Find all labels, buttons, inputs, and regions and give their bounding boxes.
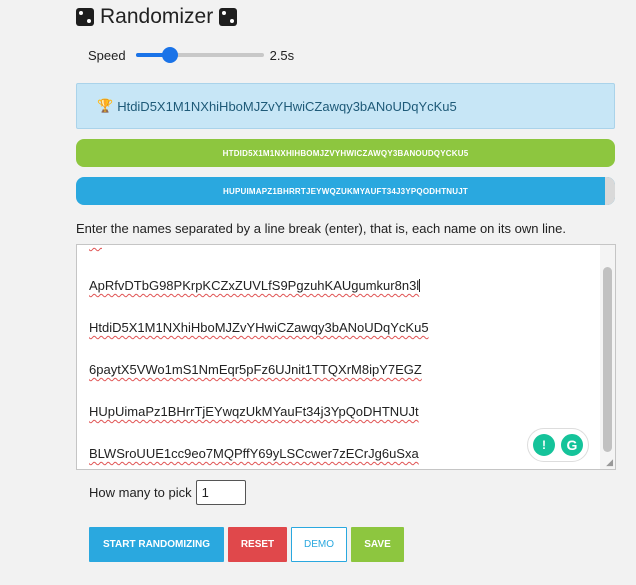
scrollbar-thumb[interactable] xyxy=(603,267,612,452)
lightbulb-icon[interactable]: ! xyxy=(533,434,555,456)
instructions-text: Enter the names separated by a line brea… xyxy=(76,221,566,236)
name-line: HUpUimaPz1BHrrTjEYwqzUkMYauFt34j3YpQoDHT… xyxy=(89,404,419,419)
name-line: HtdiD5X1M1NXhiHboMJZvYHwiCZawqy3bANoUDqY… xyxy=(89,320,429,335)
dice-icon xyxy=(219,8,238,26)
trophy-icon: 🏆 xyxy=(97,98,114,113)
name-line: 6paytX5VWo1mS1NmEqr5pFz6UJnit1TTQXrM8ipY… xyxy=(89,362,422,377)
pick-count-input[interactable]: 1 xyxy=(195,479,246,505)
speed-value: 2.5s xyxy=(269,47,295,63)
text-cursor xyxy=(419,279,421,292)
history-bar-label: HTDID5X1M1NXHIHBOMJZVYHWICZAWQY3BANOUDQY… xyxy=(222,148,469,158)
page-title-text: Randomizer xyxy=(100,5,214,28)
start-randomizing-button[interactable]: START RANDOMIZING xyxy=(89,527,224,562)
name-line: ApRfvDTbG98PKrpKCZxZUVLfS9PgzuhKAUgumkur… xyxy=(89,278,421,293)
pick-count-row: How many to pick 1 xyxy=(89,479,246,505)
dice-icon xyxy=(76,8,94,26)
history-bar: HTDID5X1M1NXHIHBOMJZVYHWICZAWQY3BANOUDQY… xyxy=(76,139,615,167)
name-line-text: ApRfvDTbG98PKrpKCZxZUVLfS9PgzuhKAUgumkur… xyxy=(89,278,420,293)
name-line: BLWSroUUE1cc9eo7MQPffY69yLSCcwer7zECrJg6… xyxy=(89,446,419,461)
name-line-partial: — xyxy=(89,245,102,247)
names-textarea[interactable]: — ApRfvDTbG98PKrpKCZxZUVLfS9PgzuhKAUgumk… xyxy=(76,244,616,470)
resize-handle-icon[interactable]: ◢ xyxy=(606,458,613,467)
history-bar-edge xyxy=(605,177,615,205)
speed-label: Speed xyxy=(88,47,126,63)
save-button[interactable]: SAVE xyxy=(351,527,404,562)
winner-banner: 🏆 HtdiD5X1M1NXhiHboMJZvYHwiCZawqy3bANoUD… xyxy=(76,83,615,129)
textarea-scrollbar[interactable] xyxy=(600,245,615,469)
demo-button[interactable]: DEMO xyxy=(291,527,347,562)
speed-control: Speed 2.5s xyxy=(88,44,294,66)
history-bar: HUPUIMAPZ1BHRRTJEYWQZUKMYAUFT34J3YPQODHT… xyxy=(76,177,615,205)
pick-count-label: How many to pick xyxy=(89,484,192,500)
grammarly-icon[interactable]: G xyxy=(559,432,585,458)
page-title: Randomizer xyxy=(76,4,238,30)
reset-button[interactable]: RESET xyxy=(228,527,287,562)
speed-slider[interactable] xyxy=(135,47,264,63)
winner-name: HtdiD5X1M1NXhiHboMJZvYHwiCZawqy3bANoUDqY… xyxy=(117,98,457,114)
speed-slider-thumb[interactable] xyxy=(162,47,179,63)
history-bar-label: HUPUIMAPZ1BHRRTJEYWQZUKMYAUFT34J3YPQODHT… xyxy=(223,186,468,196)
